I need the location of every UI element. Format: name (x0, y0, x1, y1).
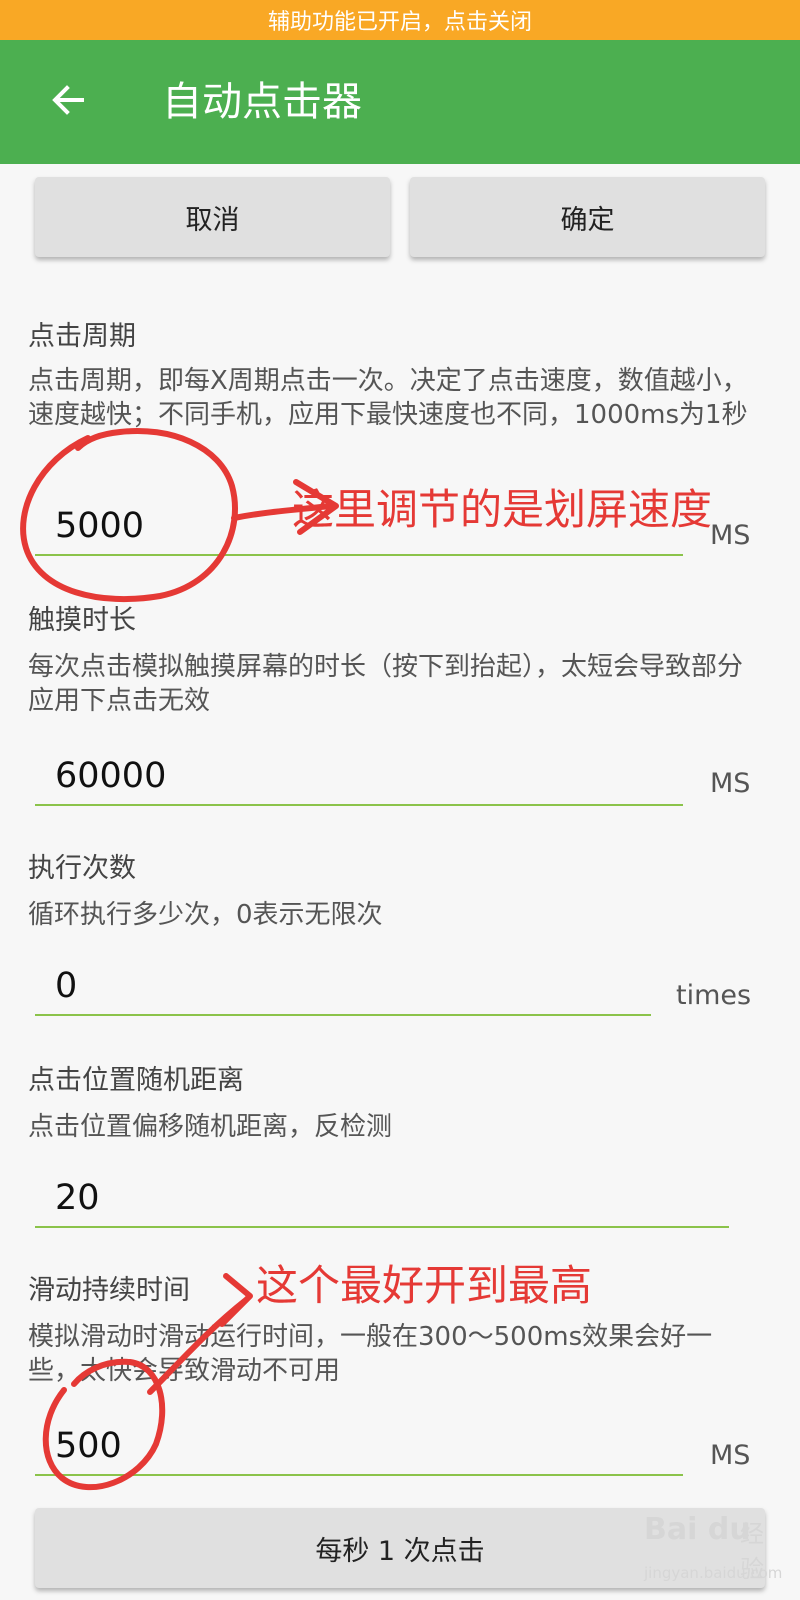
repeat-count-title: 执行次数 (28, 853, 136, 884)
page-title: 自动点击器 (162, 79, 362, 125)
touch-duration-input[interactable]: 60000 (35, 744, 683, 806)
click-interval-title: 点击周期 (28, 321, 136, 352)
arrow-left-icon (52, 85, 84, 115)
random-offset-input[interactable]: 20 (35, 1166, 729, 1228)
repeat-count-unit: times (676, 980, 752, 1011)
annotation-text-1: 这里调节的是划屏速度 (292, 485, 713, 534)
watermark-url: jingyan.baidu.com (644, 1564, 783, 1582)
touch-duration-value: 60000 (55, 756, 167, 796)
repeat-count-input[interactable]: 0 (35, 954, 651, 1016)
swipe-duration-input[interactable]: 500 (35, 1414, 683, 1476)
touch-duration-description: 每次点击模拟触摸屏幕的时长（按下到抬起），太短会导致部分应用下点击无效 (28, 652, 744, 716)
random-offset-title: 点击位置随机距离 (28, 1065, 244, 1096)
click-interval-unit: MS (710, 520, 751, 551)
annotation-text-2: 这个最好开到最高 (256, 1261, 593, 1310)
accessibility-service-banner[interactable]: 辅助功能已开启，点击关闭 (0, 0, 800, 40)
watermark-logo: Bai du (644, 1512, 751, 1547)
banner-text: 辅助功能已开启，点击关闭 (267, 10, 532, 35)
app-bar: 自动点击器 (0, 40, 800, 164)
back-button[interactable] (36, 68, 100, 132)
random-offset-value: 20 (55, 1178, 100, 1218)
click-interval-description: 点击周期，即每X周期点击一次。决定了点击速度，数值越小，速度越快；不同手机，应用… (28, 366, 748, 430)
baidu-jingyan-watermark: Bai du 经验 jingyan.baidu.com (634, 1506, 784, 1594)
confirm-button[interactable]: 确定 (410, 177, 765, 257)
confirm-button-label: 确定 (560, 204, 615, 236)
cancel-button-label: 取消 (185, 204, 240, 236)
click-interval-value: 5000 (55, 506, 145, 546)
repeat-count-value: 0 (55, 966, 78, 1006)
swipe-duration-description: 模拟滑动时滑动运行时间，一般在300～500ms效果会好一些，太快会导致滑动不可… (28, 1322, 713, 1386)
repeat-count-description: 循环执行多少次，0表示无限次 (28, 900, 383, 930)
swipe-duration-unit: MS (710, 1440, 751, 1471)
touch-duration-title: 触摸时长 (28, 605, 136, 636)
cancel-button[interactable]: 取消 (35, 177, 390, 257)
swipe-duration-value: 500 (55, 1426, 122, 1466)
touch-duration-unit: MS (710, 768, 751, 799)
click-rate-label: 每秒 1 次点击 (315, 1535, 485, 1567)
swipe-duration-title: 滑动持续时间 (28, 1275, 190, 1306)
random-offset-description: 点击位置偏移随机距离，反检测 (28, 1112, 393, 1142)
